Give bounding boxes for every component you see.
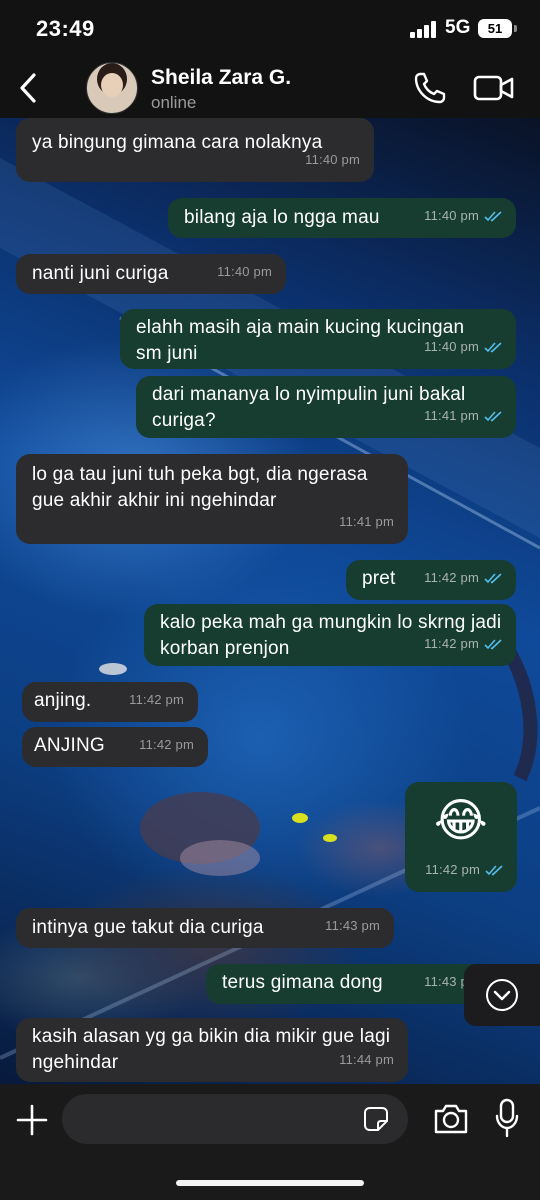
message-time: 11:44 pm [339,1052,394,1067]
double-check-icon [484,341,502,352]
avatar[interactable] [86,62,138,114]
plus-icon [16,1104,48,1136]
microphone-button[interactable] [494,1098,520,1138]
message-composer [0,1084,540,1200]
home-indicator [176,1180,364,1186]
network-label: 5G [445,17,471,38]
camera-button[interactable] [432,1102,470,1136]
message-incoming[interactable]: nanti juni curiga 11:40 pm [16,254,286,294]
chevron-left-icon [20,73,36,103]
voice-call-button[interactable] [412,70,448,106]
scroll-to-bottom-button[interactable] [464,964,540,1026]
microphone-icon [495,1098,519,1138]
status-bar: 23:49 5G 51 [0,0,540,58]
double-check-icon [484,210,502,221]
message-outgoing[interactable]: kalo peka mah ga mungkin lo skrng jadi k… [144,604,516,666]
message-time: 11:41 pm [339,514,394,529]
message-outgoing[interactable]: 😂 11:42 pm [405,782,517,892]
video-call-button[interactable] [472,70,516,106]
message-time: 11:42 pm [129,692,184,707]
message-incoming[interactable]: kasih alasan yg ga bikin dia mikir gue l… [16,1018,408,1082]
sticker-button[interactable] [363,1106,389,1132]
message-time: 11:42 pm [139,737,194,752]
message-time: 11:41 pm [424,408,479,423]
battery-icon: 51 [478,19,517,38]
message-outgoing[interactable]: pret 11:42 pm [346,560,516,600]
message-outgoing[interactable]: elahh masih aja main kucing kucingan sm … [120,309,516,369]
message-time: 11:42 pm [425,862,480,877]
message-time: 11:40 pm [424,339,479,354]
chat-area[interactable]: ya bingung gimana cara nolaknya 11:40 pm… [0,118,540,1084]
video-camera-icon [473,75,514,101]
chat-header: Sheila Zara G. online [0,58,540,118]
chevron-down-circle-icon [486,979,518,1011]
double-check-icon [484,572,502,583]
back-button[interactable] [10,68,46,108]
message-time: 11:42 pm [424,570,479,585]
message-incoming[interactable]: intinya gue takut dia curiga 11:43 pm [16,908,394,948]
contact-name[interactable]: Sheila Zara G. [151,66,291,90]
message-input[interactable] [62,1094,408,1144]
message-time: 11:40 pm [217,264,272,279]
message-time: 11:40 pm [424,208,479,223]
sticker-icon [364,1107,388,1131]
phone-icon [414,72,446,104]
message-outgoing[interactable]: bilang aja lo ngga mau 11:40 pm [168,198,516,238]
message-time: 11:40 pm [305,152,360,167]
attach-button[interactable] [14,1102,50,1138]
double-check-icon [485,864,503,875]
message-incoming[interactable]: ANJING 11:42 pm [22,727,208,767]
double-check-icon [484,638,502,649]
message-time: 11:42 pm [424,636,479,651]
signal-icon [410,20,438,38]
camera-icon [434,1104,468,1134]
message-time: 11:43 pm [325,918,380,933]
contact-status: online [151,93,197,112]
message-incoming[interactable]: lo ga tau juni tuh peka bgt, dia ngerasa… [16,454,408,544]
message-outgoing[interactable]: dari mananya lo nyimpulin juni bakal cur… [136,376,516,438]
double-check-icon [484,410,502,421]
laughing-emoji: 😂 [434,794,488,846]
status-time: 23:49 [36,16,95,41]
message-incoming[interactable]: anjing. 11:42 pm [22,682,198,722]
message-incoming[interactable]: ya bingung gimana cara nolaknya 11:40 pm [16,118,374,182]
